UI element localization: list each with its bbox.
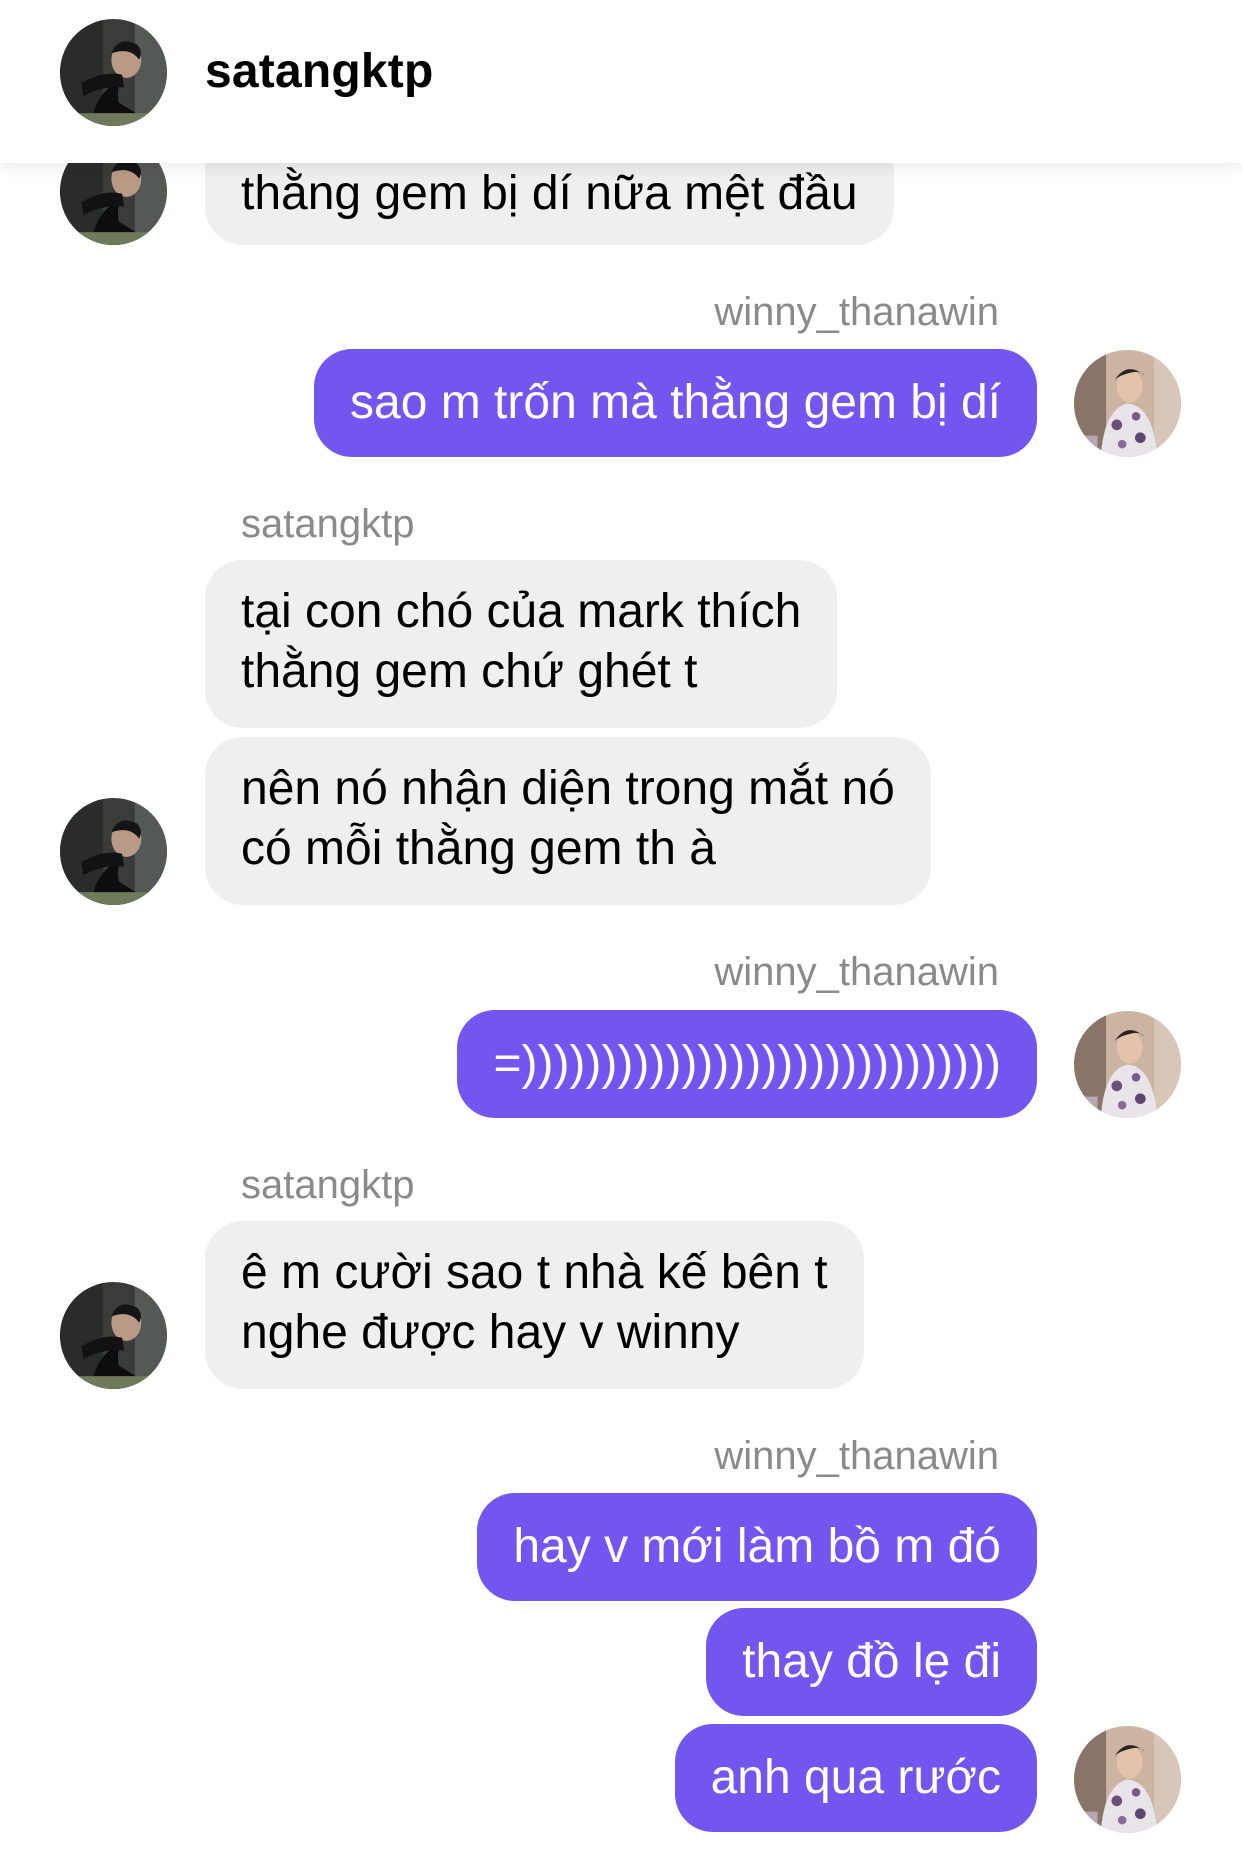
conversation-username[interactable]: satangktp bbox=[205, 44, 434, 99]
message-thread[interactable]: thằng gem bị dí nữa mệt đầu winny_thanaw… bbox=[0, 0, 1242, 1870]
message-text: hay v mới làm bồ m đó bbox=[513, 1520, 1001, 1573]
sender-label: winny_thanawin bbox=[714, 950, 999, 994]
sender-avatar[interactable] bbox=[1074, 1011, 1181, 1118]
profile-photo-icon bbox=[60, 798, 167, 905]
profile-photo-icon bbox=[1074, 1011, 1181, 1118]
sender-label: satangktp bbox=[241, 1163, 415, 1207]
message-bubble-outgoing[interactable]: anh qua rước bbox=[674, 1724, 1037, 1832]
sender-avatar[interactable] bbox=[1074, 1726, 1181, 1833]
message-text-line: ê m cười sao t nhà kế bên t bbox=[241, 1246, 828, 1299]
sender-avatar[interactable] bbox=[1074, 350, 1181, 457]
message-bubble-incoming[interactable]: tại con chó của mark thích thằng gem chứ… bbox=[205, 560, 838, 728]
sender-label: winny_thanawin bbox=[714, 290, 999, 334]
message-bubble-outgoing[interactable]: sao m trốn mà thằng gem bị dí bbox=[314, 349, 1037, 457]
message-bubble-outgoing[interactable]: hay v mới làm bồ m đó bbox=[477, 1493, 1037, 1601]
sender-label: winny_thanawin bbox=[714, 1434, 999, 1478]
message-text-line: nên nó nhận diện trong mắt nó bbox=[241, 762, 895, 815]
message-text: sao m trốn mà thằng gem bị dí bbox=[350, 376, 1001, 429]
conversation-header: satangktp bbox=[0, 0, 1242, 163]
sender-avatar[interactable] bbox=[60, 798, 167, 905]
message-text-line: tại con chó của mark thích bbox=[241, 585, 802, 638]
sender-avatar[interactable] bbox=[60, 1282, 167, 1389]
message-bubble-incoming[interactable]: nên nó nhận diện trong mắt nó có mỗi thằ… bbox=[205, 737, 931, 905]
profile-photo-icon bbox=[60, 19, 167, 126]
message-text: =)))))))))))))))))))))))))))))) bbox=[493, 1037, 1001, 1090]
message-text-line: nghe được hay v winny bbox=[241, 1306, 740, 1359]
message-text: thay đồ lẹ đi bbox=[742, 1635, 1001, 1688]
profile-photo-icon bbox=[1074, 350, 1181, 457]
profile-photo-icon bbox=[60, 1282, 167, 1389]
message-text: thằng gem bị dí nữa mệt đầu bbox=[241, 167, 858, 220]
message-text-line: có mỗi thằng gem th à bbox=[241, 822, 716, 875]
message-text: anh qua rước bbox=[710, 1751, 1001, 1804]
message-text-line: thằng gem chứ ghét t bbox=[241, 645, 698, 698]
message-bubble-incoming[interactable]: ê m cười sao t nhà kế bên t nghe được ha… bbox=[205, 1221, 864, 1389]
profile-photo-icon bbox=[1074, 1726, 1181, 1833]
message-bubble-outgoing[interactable]: =)))))))))))))))))))))))))))))) bbox=[457, 1010, 1037, 1118]
message-bubble-outgoing[interactable]: thay đồ lẹ đi bbox=[706, 1608, 1037, 1716]
sender-label: satangktp bbox=[241, 502, 415, 546]
header-avatar[interactable] bbox=[60, 19, 167, 126]
